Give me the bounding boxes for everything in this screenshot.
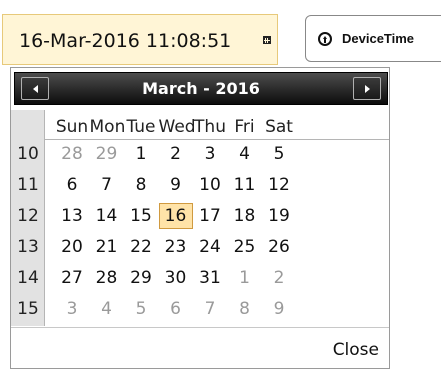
close-button[interactable]: Close bbox=[333, 340, 379, 360]
next-month-button[interactable] bbox=[353, 77, 381, 100]
calendar-day-selected[interactable]: 16 bbox=[158, 203, 193, 229]
calendar-day-other-month[interactable]: 3 bbox=[55, 296, 89, 322]
calendar-day[interactable]: 6 bbox=[55, 172, 89, 198]
calendar-icon bbox=[263, 35, 271, 44]
day-header: Sun bbox=[55, 117, 89, 137]
calendar-day[interactable]: 27 bbox=[55, 265, 89, 291]
week-number: 14 bbox=[17, 268, 39, 288]
week-number: 12 bbox=[17, 206, 39, 226]
calendar-day[interactable]: 15 bbox=[124, 203, 158, 229]
calendar-day[interactable]: 23 bbox=[159, 234, 193, 260]
day-header: Tue bbox=[126, 117, 156, 137]
calendar-day-other-month[interactable]: 28 bbox=[55, 141, 89, 167]
calendar-day[interactable]: 20 bbox=[55, 234, 89, 260]
calendar-day-other-month[interactable]: 1 bbox=[228, 265, 262, 291]
week-number: 11 bbox=[17, 175, 39, 195]
week-number: 10 bbox=[17, 144, 39, 164]
day-header: Thu bbox=[194, 117, 226, 137]
device-time-label: DeviceTime bbox=[342, 31, 415, 46]
calendar-day[interactable]: 7 bbox=[90, 172, 124, 198]
day-header: Mon bbox=[89, 117, 126, 137]
calendar-day-other-month[interactable]: 9 bbox=[262, 296, 296, 322]
calendar-day[interactable]: 31 bbox=[193, 265, 227, 291]
datetime-value[interactable]: 16-Mar-2016 11:08:51 bbox=[19, 30, 231, 52]
calendar-day[interactable]: 13 bbox=[55, 203, 89, 229]
caret-left-icon bbox=[32, 84, 38, 93]
calendar-day[interactable]: 5 bbox=[262, 141, 296, 167]
calendar-day-other-month[interactable]: 7 bbox=[193, 296, 227, 322]
datetime-input[interactable]: 16-Mar-2016 11:08:51 bbox=[2, 14, 278, 65]
day-header: Fri bbox=[234, 117, 255, 137]
calendar-day-other-month[interactable]: 4 bbox=[90, 296, 124, 322]
calendar-day[interactable]: 24 bbox=[193, 234, 227, 260]
calendar-day[interactable]: 4 bbox=[228, 141, 262, 167]
arrow-up-circle-icon bbox=[318, 31, 332, 46]
calendar-day-other-month[interactable]: 6 bbox=[159, 296, 193, 322]
calendar-day[interactable]: 14 bbox=[90, 203, 124, 229]
calendar-day[interactable]: 11 bbox=[228, 172, 262, 198]
calendar-header: March - 2016 bbox=[14, 72, 388, 105]
calendar-popup: March - 2016 Sun Mon Tue Wed Thu Fri Sat 10 28 29… bbox=[10, 67, 390, 369]
calendar-day[interactable]: 8 bbox=[124, 172, 158, 198]
calendar-day[interactable]: 2 bbox=[159, 141, 193, 167]
calendar-day[interactable]: 9 bbox=[159, 172, 193, 198]
day-header: Wed bbox=[158, 117, 196, 137]
calendar-day[interactable]: 26 bbox=[262, 234, 296, 260]
caret-right-icon bbox=[364, 84, 370, 93]
calendar-day[interactable]: 18 bbox=[228, 203, 262, 229]
calendar-day[interactable]: 28 bbox=[90, 265, 124, 291]
calendar-day[interactable]: 30 bbox=[159, 265, 193, 291]
calendar-day[interactable]: 22 bbox=[124, 234, 158, 260]
calendar-day[interactable]: 1 bbox=[124, 141, 158, 167]
footer-divider bbox=[11, 327, 389, 328]
calendar-day-other-month[interactable]: 2 bbox=[262, 265, 296, 291]
calendar-day-other-month[interactable]: 29 bbox=[90, 141, 124, 167]
previous-month-button[interactable] bbox=[21, 77, 49, 100]
calendar-day[interactable]: 29 bbox=[124, 265, 158, 291]
calendar-day[interactable]: 12 bbox=[262, 172, 296, 198]
calendar-day[interactable]: 17 bbox=[193, 203, 227, 229]
day-header: Sat bbox=[265, 117, 293, 137]
calendar-day[interactable]: 25 bbox=[228, 234, 262, 260]
calendar-toggle-button[interactable] bbox=[256, 14, 278, 65]
calendar-day-other-month[interactable]: 5 bbox=[124, 296, 158, 322]
calendar-day[interactable]: 10 bbox=[193, 172, 227, 198]
week-number: 13 bbox=[17, 237, 39, 257]
calendar-day[interactable]: 19 bbox=[262, 203, 296, 229]
calendar-day[interactable]: 21 bbox=[90, 234, 124, 260]
calendar-day-other-month[interactable]: 8 bbox=[228, 296, 262, 322]
week-number: 15 bbox=[17, 299, 39, 319]
device-time-button[interactable]: DeviceTime bbox=[305, 15, 441, 62]
calendar-day[interactable]: 3 bbox=[193, 141, 227, 167]
month-year-title[interactable]: March - 2016 bbox=[65, 73, 337, 104]
